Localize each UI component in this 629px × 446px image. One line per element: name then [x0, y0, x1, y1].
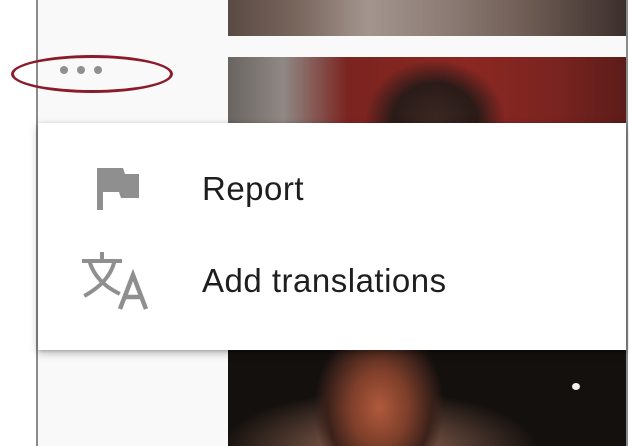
menu-item-label: Report [202, 170, 305, 207]
video-thumbnail[interactable] [228, 57, 626, 123]
thumbnail-light [572, 383, 580, 390]
video-thumbnail[interactable] [228, 0, 626, 36]
flag-icon [80, 159, 154, 219]
translate-icon [80, 251, 154, 311]
more-options-button[interactable] [60, 66, 102, 74]
menu-item-add-translations[interactable]: Add translations [38, 242, 626, 320]
more-dot [77, 66, 85, 74]
context-menu: Report Add translations [38, 123, 626, 350]
menu-item-report[interactable]: Report [38, 150, 626, 228]
video-thumbnail[interactable] [228, 350, 626, 446]
more-dot [94, 66, 102, 74]
menu-item-label: Add translations [202, 262, 447, 299]
more-dot [60, 66, 68, 74]
